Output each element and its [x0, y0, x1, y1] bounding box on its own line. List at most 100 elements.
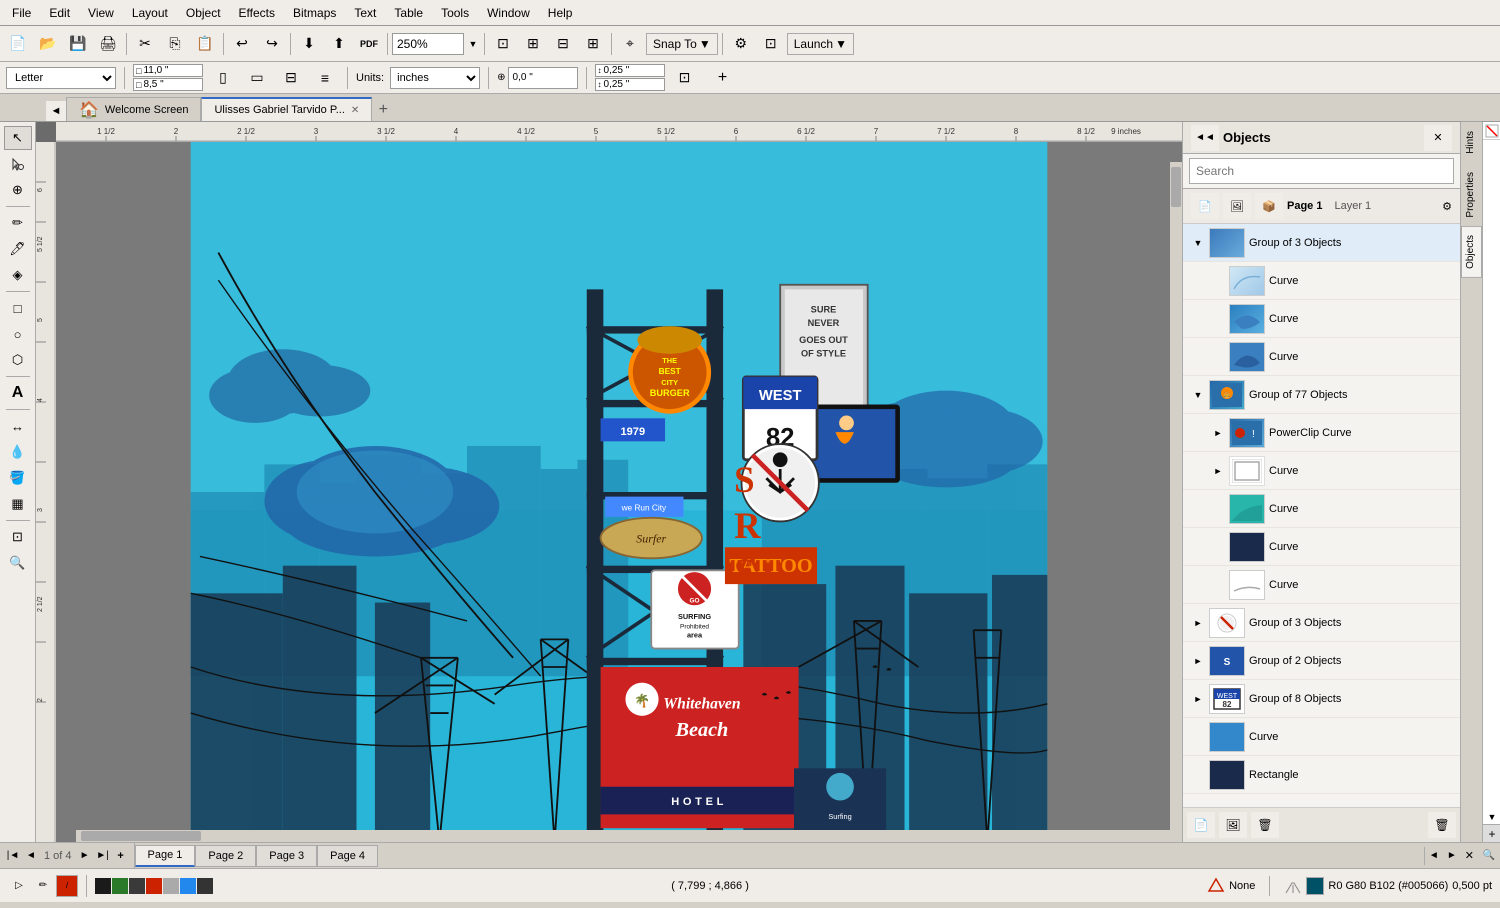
color-add-button[interactable]: + [1483, 824, 1500, 842]
swatch-charcoal[interactable] [197, 878, 213, 894]
scrollbar-thumb-h[interactable] [81, 831, 201, 841]
obj-row-rect[interactable]: Rectangle [1183, 756, 1460, 794]
width-input[interactable]: □ 11,0 " [133, 64, 203, 77]
menu-object[interactable]: Object [178, 4, 229, 22]
zoom-input[interactable]: 250% [392, 33, 464, 55]
view-scroll-left[interactable]: ◄ [1425, 847, 1443, 865]
expand-arrow-group8[interactable]: ► [1191, 692, 1205, 706]
pdf-button[interactable]: PDF [355, 31, 383, 57]
canvas-illustration[interactable]: SURE NEVER GOES OUT OF STYLE WEST 82 [56, 142, 1182, 842]
page-tab-4[interactable]: Page 4 [317, 845, 378, 867]
obj-row-group8[interactable]: ► WEST82 Group of 8 Objects [1183, 680, 1460, 718]
zoom-fit-button[interactable]: 🔍 [1478, 847, 1500, 865]
rulers-button[interactable]: ⊟ [549, 31, 577, 57]
status-color-red[interactable]: / [56, 875, 78, 897]
expand-arrow-curve-white[interactable]: ► [1211, 464, 1225, 478]
tab-close-button[interactable]: ✕ [351, 105, 359, 116]
obj-row-curve-light[interactable]: Curve [1183, 566, 1460, 604]
workspace-button[interactable]: ⊡ [757, 31, 785, 57]
obj-row-curve3[interactable]: Curve [1183, 338, 1460, 376]
tab-arrow-left[interactable]: ◄ [46, 101, 66, 121]
status-tool2[interactable]: ✏ [32, 875, 54, 897]
swatch-gray[interactable] [163, 878, 179, 894]
page-prev-button[interactable]: ◄ [22, 847, 40, 865]
gear-button[interactable]: ⚙ [1442, 200, 1452, 213]
menu-table[interactable]: Table [386, 4, 431, 22]
polygon-tool-button[interactable]: ⬡ [4, 348, 32, 372]
units-select[interactable]: inches [390, 67, 480, 89]
tab-document[interactable]: Ulisses Gabriel Tarvido P... ✕ [201, 97, 372, 121]
page-tab-2[interactable]: Page 2 [195, 845, 256, 867]
obj-row-curve-blue[interactable]: Curve [1183, 718, 1460, 756]
menu-edit[interactable]: Edit [41, 4, 78, 22]
eyedropper-tool-button[interactable]: 💧 [4, 440, 32, 464]
x-input[interactable]: 0,0 " [508, 67, 578, 89]
swatch-dark-green[interactable] [112, 878, 128, 894]
obj-row-group3b[interactable]: ► Group of 3 Objects [1183, 604, 1460, 642]
print-button[interactable]: 🖨 [94, 31, 122, 57]
nudge2-input[interactable]: ↕ 0,25 " [595, 78, 665, 91]
expand-arrow-group3b[interactable]: ► [1191, 616, 1205, 630]
menu-file[interactable]: File [4, 4, 39, 22]
swatch-blue[interactable] [180, 878, 196, 894]
transform-tool-button[interactable]: ⊕ [4, 178, 32, 202]
redo-button[interactable]: ↪ [258, 31, 286, 57]
expand-arrow-group3[interactable]: ▼ [1191, 236, 1205, 250]
crop-tool-button[interactable]: ⊡ [4, 525, 32, 549]
menu-effects[interactable]: Effects [231, 4, 283, 22]
copy-button[interactable]: ⎘ [161, 31, 189, 57]
portrait-button[interactable]: ▯ [209, 65, 237, 91]
fill-tool-button[interactable]: 🪣 [4, 466, 32, 490]
save-button[interactable]: 💾 [64, 31, 92, 57]
vertical-scrollbar[interactable] [1170, 162, 1182, 830]
panel-close-button[interactable]: ✕ [1424, 125, 1452, 151]
connector-tool-button[interactable]: ↔ [4, 414, 32, 438]
open-button[interactable]: 📂 [34, 31, 62, 57]
scrollbar-thumb-v[interactable] [1171, 167, 1181, 207]
status-tool1[interactable]: ▷ [8, 875, 30, 897]
menu-tools[interactable]: Tools [433, 4, 477, 22]
obj-row-group3[interactable]: ▼ Group of 3 Objects [1183, 224, 1460, 262]
new-button[interactable]: 📄 [4, 31, 32, 57]
expand-arrow-group2[interactable]: ► [1191, 654, 1205, 668]
cut-button[interactable]: ✂ [131, 31, 159, 57]
page-add-button[interactable]: + [112, 847, 130, 865]
import-button[interactable]: ⬇ [295, 31, 323, 57]
subselect-tool-button[interactable] [4, 152, 32, 176]
view-mode-button[interactable]: ⊞ [519, 31, 547, 57]
paper-size-select[interactable]: Letter [6, 67, 116, 89]
tab-welcome[interactable]: 🏠 Welcome Screen [66, 97, 201, 121]
panel-btn2[interactable]: 🖼 [1219, 812, 1247, 838]
expand-arrow-group77[interactable]: ▼ [1191, 388, 1205, 402]
menu-bitmaps[interactable]: Bitmaps [285, 4, 344, 22]
panel-btn1[interactable]: 📄 [1187, 812, 1215, 838]
fit-page-button[interactable]: ⊡ [489, 31, 517, 57]
obj-row-curve2[interactable]: Curve [1183, 300, 1460, 338]
page-layout-button[interactable]: ⊟ [277, 65, 305, 91]
pen-tool-button[interactable]: 🖊 [4, 237, 32, 261]
menu-help[interactable]: Help [540, 4, 581, 22]
freehand-tool-button[interactable]: ✏ [4, 211, 32, 235]
page-tab-1[interactable]: Page 1 [135, 845, 196, 867]
no-color-button[interactable] [1483, 122, 1500, 140]
obj-row-curve-teal[interactable]: Curve [1183, 490, 1460, 528]
canvas-close-btn[interactable]: ✕ [1461, 849, 1478, 862]
swatch-dark[interactable] [129, 878, 145, 894]
menu-view[interactable]: View [80, 4, 122, 22]
text-tool-button[interactable]: A [4, 381, 32, 405]
align-button[interactable]: ≡ [311, 65, 339, 91]
page-first-button[interactable]: |◄ [4, 847, 22, 865]
tab-add-button[interactable]: + [372, 99, 394, 121]
swatch-red[interactable] [146, 878, 162, 894]
obj-row-powerclip[interactable]: ► ! PowerClip Curve [1183, 414, 1460, 452]
panel-arrow-left[interactable]: ◄◄ [1191, 125, 1219, 151]
search-input[interactable] [1189, 158, 1454, 184]
page-last-button[interactable]: ►| [94, 847, 112, 865]
pattern-tool-button[interactable]: ▦ [4, 492, 32, 516]
export-button[interactable]: ⬆ [325, 31, 353, 57]
horizontal-scrollbar[interactable] [76, 830, 1170, 842]
obj-row-group2[interactable]: ► S Group of 2 Objects [1183, 642, 1460, 680]
proportional-button[interactable]: ⊡ [671, 65, 699, 91]
page-next-button[interactable]: ► [76, 847, 94, 865]
canvas-content[interactable]: SURE NEVER GOES OUT OF STYLE WEST 82 [56, 142, 1182, 842]
